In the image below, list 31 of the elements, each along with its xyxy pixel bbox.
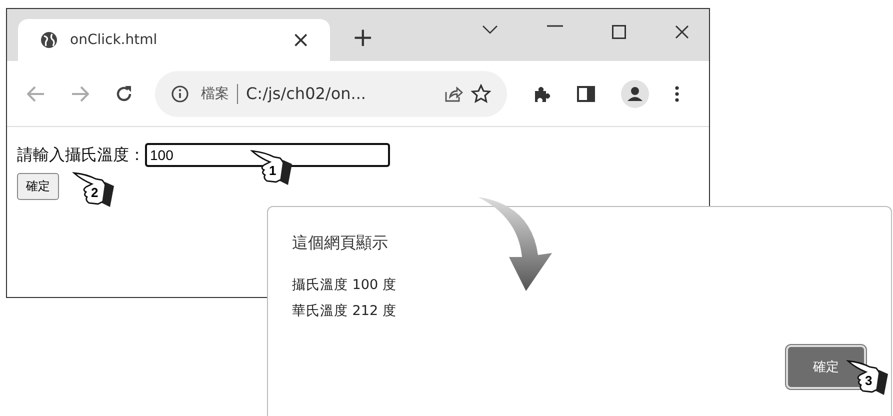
side-panel-icon[interactable]	[577, 86, 595, 102]
dialog-title: 這個網頁顯示	[292, 233, 389, 254]
step-number: 2	[91, 185, 98, 200]
reload-icon[interactable]	[115, 84, 133, 102]
chevron-down-icon[interactable]	[482, 25, 498, 35]
close-tab-button[interactable]: ×	[292, 28, 310, 52]
menu-icon[interactable]	[675, 86, 679, 102]
ok-button[interactable]: 確定	[786, 345, 866, 389]
star-icon[interactable]	[471, 84, 491, 103]
dialog-message: 攝氏溫度 100 度	[292, 276, 398, 295]
pointing-hand-icon	[250, 148, 294, 188]
pointing-hand-icon	[72, 170, 116, 210]
avatar-icon[interactable]	[621, 80, 649, 108]
browser-tab[interactable]: onClick.html ×	[18, 19, 330, 61]
scheme-label: 檔案	[201, 84, 229, 102]
address-bar[interactable]: 檔案 C:/js/ch02/on...	[155, 70, 507, 116]
step-number: 3	[865, 373, 872, 388]
dialog-message: 華氏溫度 212 度	[292, 302, 398, 321]
maximize-icon[interactable]	[612, 25, 626, 39]
input-field[interactable]: 100	[145, 143, 390, 167]
url-text: C:/js/ch02/on...	[246, 84, 367, 103]
share-icon[interactable]	[445, 85, 463, 102]
close-icon[interactable]	[675, 25, 689, 39]
confirm-button[interactable]: 確定	[17, 173, 59, 200]
new-tab-button[interactable]: +	[352, 23, 374, 53]
puzzle-icon[interactable]	[533, 84, 551, 102]
globe-icon	[40, 31, 58, 49]
info-icon	[171, 84, 189, 102]
prompt-label: 請輸入攝氏溫度：	[17, 144, 145, 166]
minimize-icon[interactable]	[547, 25, 563, 27]
tab-title: onClick.html	[70, 32, 158, 48]
